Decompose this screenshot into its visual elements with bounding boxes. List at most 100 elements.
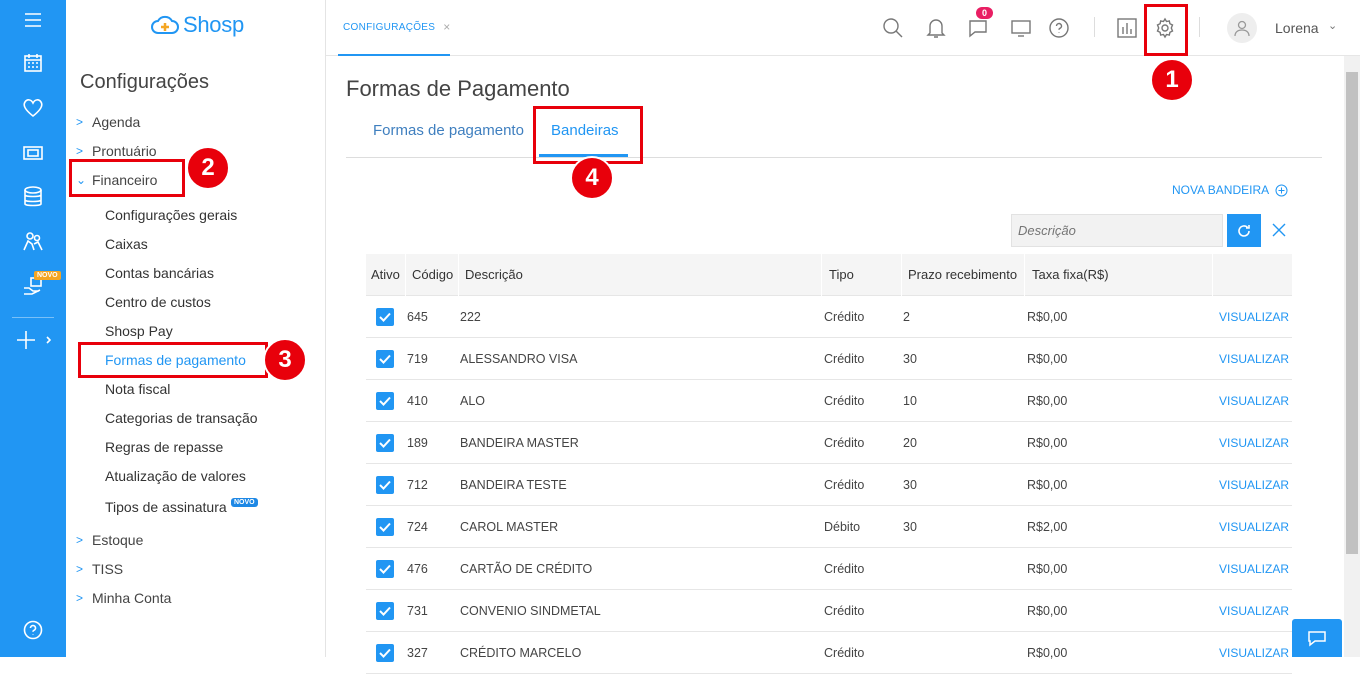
ativo-checkbox[interactable] [376,434,394,452]
sidebar-section-tiss[interactable]: > TISS [76,561,123,577]
visualizar-link[interactable]: VISUALIZAR [1219,646,1289,660]
monitor-icon[interactable] [1009,16,1033,40]
sidebar-item-centro-de-custos[interactable]: Centro de custos [105,294,211,310]
divider [1094,17,1095,37]
codigo-cell: 724 [407,520,428,534]
sidebar-title: Configurações [80,71,209,93]
table-row: 731 CONVENIO SINDMETAL Crédito R$0,00 VISUAL… [366,590,1292,632]
tab-formas-de-pagamento[interactable]: Formas de pagamento [373,122,524,139]
visualizar-link[interactable]: VISUALIZAR [1219,478,1289,492]
prazo-cell: 20 [903,436,917,450]
codigo-cell: 712 [407,478,428,492]
money-icon[interactable] [0,133,66,173]
column-header-taxa[interactable]: Taxa fixa(R$) [1032,267,1109,282]
visualizar-link[interactable]: VISUALIZAR [1219,310,1289,324]
visualizar-link[interactable]: VISUALIZAR [1219,562,1289,576]
close-icon[interactable]: × [443,20,450,34]
visualizar-link[interactable]: VISUALIZAR [1219,394,1289,408]
user-name[interactable]: Lorena [1275,20,1319,36]
sidebar-item-contas-bancarias[interactable]: Contas bancárias [105,265,214,281]
ativo-checkbox[interactable] [376,644,394,662]
section-label: Prontuário [92,143,157,159]
column-header-tipo[interactable]: Tipo [829,267,854,282]
sidebar-item-categorias-de-transacao[interactable]: Categorias de transação [105,410,258,426]
column-header-ativo[interactable]: Ativo [371,267,400,282]
refresh-icon [1238,224,1250,237]
column-header-prazo[interactable]: Prazo recebimento [908,267,1017,282]
new-bandeira-button[interactable]: NOVA BANDEIRA [1172,183,1288,197]
tipo-cell: Crédito [824,352,865,366]
user-icon [1234,20,1250,37]
tab-configuracoes[interactable]: CONFIGURAÇÕES × [338,0,450,56]
refresh-button[interactable] [1227,214,1261,247]
chevron-down-icon[interactable]: ⌄ [1328,19,1337,32]
codigo-cell: 410 [407,394,428,408]
description-search-input[interactable] [1011,214,1223,247]
help-icon[interactable] [0,610,66,650]
sidebar-section-agenda[interactable]: > Agenda [76,114,140,130]
scrollbar-thumb[interactable] [1346,72,1358,554]
table-row: 724 CAROL MASTER Débito 30 R$2,00 VISUALIZAR [366,506,1292,548]
heart-icon[interactable] [0,88,66,128]
sidebar-item-tipos-de-assinatura[interactable]: Tipos de assinatura [105,499,227,515]
database-icon[interactable] [0,177,66,217]
visualizar-link[interactable]: VISUALIZAR [1219,604,1289,618]
clear-filter-button[interactable] [1268,219,1290,241]
prazo-cell: 2 [903,310,910,324]
page-title: Formas de Pagamento [346,76,570,101]
table-row: 719 ALESSANDRO VISA Crédito 30 R$0,00 VISUALI… [366,338,1292,380]
check-icon [379,522,391,532]
ativo-checkbox[interactable] [376,518,394,536]
sidebar-item-regras-de-repasse[interactable]: Regras de repasse [105,439,223,455]
bell-icon[interactable] [924,16,948,40]
check-icon [379,606,391,616]
column-header-descricao[interactable]: Descrição [465,267,523,282]
visualizar-link[interactable]: VISUALIZAR [1219,436,1289,450]
annotation-marker-4: 4 [570,156,614,200]
annotation-box-3 [78,342,268,378]
section-label: Minha Conta [92,590,172,606]
sidebar-item-caixas[interactable]: Caixas [105,236,148,252]
tipo-cell: Crédito [824,436,865,450]
calendar-icon[interactable] [0,43,66,83]
sidebar-section-minha-conta[interactable]: > Minha Conta [76,590,171,606]
ativo-checkbox[interactable] [376,602,394,620]
tipo-cell: Crédito [824,394,865,408]
left-rail: NOVO [0,0,66,657]
taxa-cell: R$0,00 [1027,352,1068,366]
sidebar-item-shosp-pay[interactable]: Shosp Pay [105,323,173,339]
menu-icon[interactable] [0,0,66,40]
chat-icon[interactable] [966,16,990,40]
plus-icon[interactable] [0,320,66,360]
avatar[interactable] [1227,13,1257,43]
ativo-checkbox[interactable] [376,560,394,578]
search-icon[interactable] [881,16,905,40]
people-icon[interactable] [0,222,66,262]
table-header: Ativo Código Descrição Tipo Prazo recebi… [366,254,1292,296]
sidebar-item-atualizacao-de-valores[interactable]: Atualização de valores [105,468,246,484]
visualizar-link[interactable]: VISUALIZAR [1219,352,1289,366]
help-circle-icon[interactable] [1047,16,1071,40]
brand-logo[interactable]: Shosp [150,12,244,38]
tipo-cell: Crédito [824,478,865,492]
visualizar-link[interactable]: VISUALIZAR [1219,520,1289,534]
table-row: 645 222 Crédito 2 R$0,00 VISUALIZAR [366,296,1292,338]
sidebar-item-nota-fiscal[interactable]: Nota fiscal [105,381,170,397]
chat-support-button[interactable] [1292,619,1342,657]
table-row: 476 CARTÃO DE CRÉDITO Crédito R$0,00 VISUALI… [366,548,1292,590]
taxa-cell: R$0,00 [1027,478,1068,492]
ativo-checkbox[interactable] [376,392,394,410]
prazo-cell: 30 [903,352,917,366]
ativo-checkbox[interactable] [376,350,394,368]
descricao-cell: ALO [460,394,486,408]
ativo-checkbox[interactable] [376,476,394,494]
sidebar-section-prontuario[interactable]: > Prontuário [76,143,157,159]
descricao-cell: BANDEIRA TESTE [460,478,567,492]
tabs-divider [346,157,1322,158]
ativo-checkbox[interactable] [376,308,394,326]
sidebar-item-configuracoes-gerais[interactable]: Configurações gerais [105,207,237,223]
chart-bars-icon[interactable] [1115,16,1139,40]
prazo-cell: 30 [903,478,917,492]
sidebar-section-estoque[interactable]: > Estoque [76,532,143,548]
column-header-codigo[interactable]: Código [412,267,453,282]
